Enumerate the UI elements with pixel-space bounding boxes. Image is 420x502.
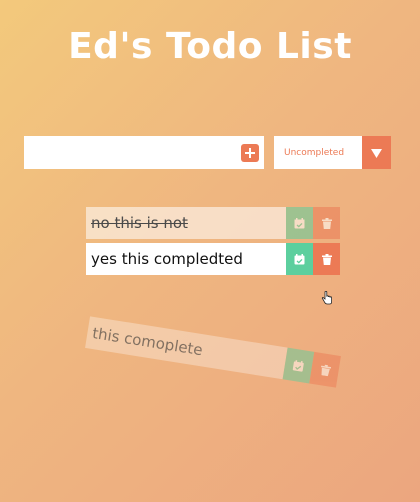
delete-button[interactable] [313,243,340,275]
todo-text: yes this compledted [86,243,286,275]
calendar-check-icon [292,359,304,372]
todo-text: this comoplete [85,316,288,380]
hand-cursor-icon [321,291,332,305]
todo-input[interactable] [24,136,264,169]
trash-icon [320,364,331,376]
complete-button[interactable] [286,243,313,275]
plus-icon [245,148,255,158]
todo-item: no this is not [86,207,340,239]
trash-icon [321,253,332,265]
filter-select[interactable]: Uncompleted [274,136,391,169]
add-todo-button[interactable] [241,144,259,162]
calendar-check-icon [294,217,305,228]
filter-selected-value: Uncompleted [284,147,345,158]
todo-app: Ed's Todo List Uncompleted no this is no… [0,0,420,502]
page-title: Ed's Todo List [68,26,352,67]
todo-item: yes this compledted [86,243,340,275]
delete-button[interactable] [309,351,341,388]
complete-button[interactable] [286,207,313,239]
caret-down-icon [371,148,382,158]
todo-item-falling: this comoplete [85,316,341,388]
calendar-check-icon [294,253,305,264]
todo-text: no this is not [86,207,286,239]
filter-dropdown-button[interactable] [362,136,391,169]
trash-icon [321,217,332,229]
delete-button[interactable] [313,207,340,239]
